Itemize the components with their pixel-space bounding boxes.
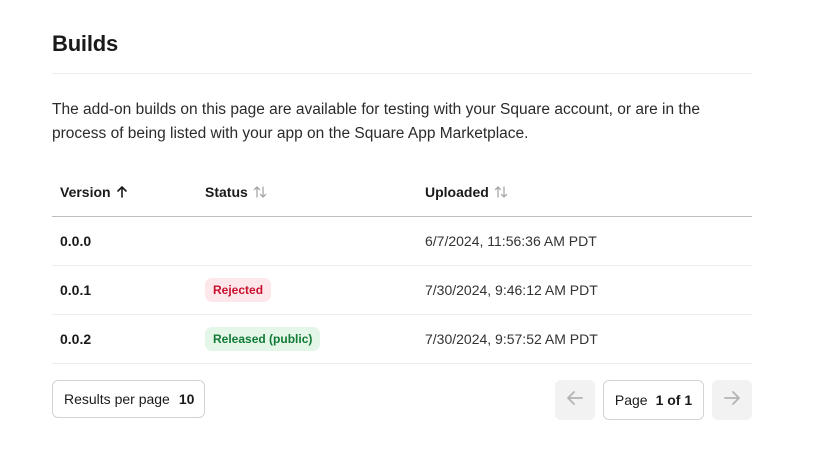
- table-row[interactable]: 0.0.1 Rejected 7/30/2024, 9:46:12 AM PDT: [52, 266, 752, 315]
- column-header-version[interactable]: Version: [60, 168, 128, 216]
- table-row[interactable]: 0.0.2 Released (public) 7/30/2024, 9:57:…: [52, 315, 752, 364]
- page-title: Builds: [52, 31, 119, 56]
- uploaded-cell: 7/30/2024, 9:57:52 AM PDT: [425, 331, 598, 347]
- version-cell: 0.0.2: [60, 331, 92, 347]
- sort-updown-icon: [494, 185, 508, 199]
- title-divider: [52, 73, 752, 74]
- results-per-page-label: Results per page: [64, 391, 170, 407]
- uploaded-cell: 7/30/2024, 9:46:12 AM PDT: [425, 282, 598, 298]
- uploaded-cell: 6/7/2024, 11:56:36 AM PDT: [425, 233, 597, 249]
- column-header-status[interactable]: Status: [205, 168, 267, 216]
- version-cell: 0.0.0: [60, 233, 92, 249]
- table-row[interactable]: 0.0.0 6/7/2024, 11:56:36 AM PDT: [52, 217, 752, 266]
- column-header-uploaded[interactable]: Uploaded: [425, 168, 508, 216]
- next-page-button[interactable]: [712, 380, 752, 420]
- results-per-page-value: 10: [178, 391, 195, 407]
- arrow-left-icon: [566, 390, 584, 410]
- page-value: 1 of 1: [655, 392, 693, 408]
- status-badge: Rejected: [205, 278, 272, 302]
- results-per-page-select[interactable]: Results per page 10: [52, 380, 205, 418]
- column-header-label: Status: [205, 184, 248, 200]
- table-header: Version Status Uploaded: [52, 168, 752, 217]
- column-header-label: Uploaded: [425, 184, 489, 200]
- arrow-right-icon: [723, 390, 741, 410]
- builds-table: Version Status Uploaded 0.0.0 6/7/2024, …: [52, 168, 752, 364]
- page-description: The add-on builds on this page are avail…: [52, 101, 700, 142]
- page-label: Page: [614, 392, 648, 408]
- status-badge: Released (public): [205, 327, 321, 351]
- previous-page-button[interactable]: [555, 380, 595, 420]
- sort-updown-icon: [253, 185, 267, 199]
- arrow-up-icon: [116, 185, 128, 199]
- version-cell: 0.0.1: [60, 282, 92, 298]
- column-header-label: Version: [60, 184, 111, 200]
- page-indicator: Page 1 of 1: [603, 380, 704, 420]
- status-cell: Rejected: [205, 266, 272, 314]
- builds-page: Builds The add-on builds on this page ar…: [0, 0, 813, 474]
- status-cell: Released (public): [205, 315, 321, 363]
